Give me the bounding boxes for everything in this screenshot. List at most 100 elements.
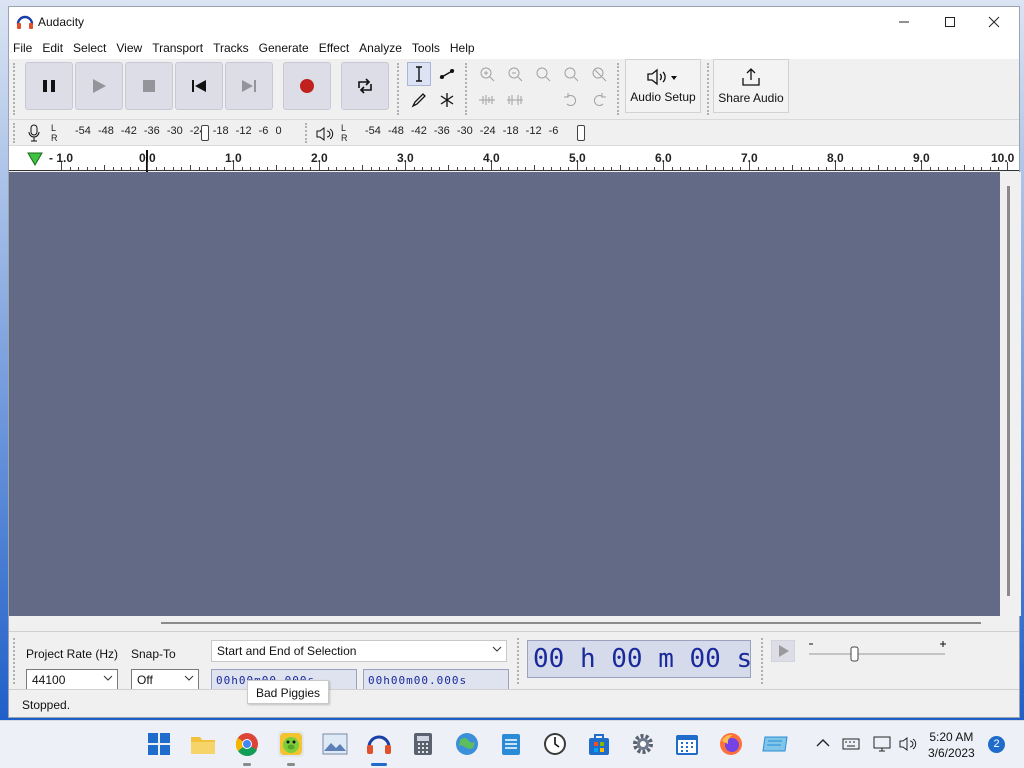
playback-meter[interactable]: LR -54 -48 -42 -36 -30 -24 -18 -12 -6 bbox=[341, 123, 591, 143]
skip-to-start-button[interactable] bbox=[175, 62, 223, 110]
record-volume-slider[interactable] bbox=[201, 125, 209, 141]
selection-end-time[interactable]: 00h00m00.000s bbox=[363, 669, 509, 691]
keyboard-icon[interactable] bbox=[842, 738, 860, 750]
pause-button[interactable] bbox=[25, 62, 73, 110]
maps-button[interactable] bbox=[454, 731, 480, 757]
bad-piggies-button[interactable] bbox=[278, 731, 304, 757]
ruler-tick bbox=[559, 167, 561, 170]
audio-setup-button[interactable]: Audio Setup bbox=[625, 59, 701, 113]
selection-tool-button[interactable] bbox=[407, 62, 431, 86]
menu-analyze[interactable]: Analyze bbox=[354, 41, 407, 55]
play-button[interactable] bbox=[75, 62, 123, 110]
toolbar-grip[interactable] bbox=[13, 63, 19, 115]
playback-volume-slider[interactable] bbox=[577, 125, 585, 141]
ruler-tick bbox=[465, 167, 467, 170]
store-button[interactable] bbox=[586, 731, 612, 757]
playback-meter-grip[interactable] bbox=[305, 123, 311, 143]
menu-help[interactable]: Help bbox=[445, 41, 480, 55]
zoom-in-button[interactable] bbox=[475, 62, 499, 86]
timeline-ruler[interactable]: - 1.0 0.0 1.0 2.0 3.0 4.0 5.0 6.0 7.0 8.… bbox=[9, 145, 1019, 172]
stop-button[interactable] bbox=[125, 62, 173, 110]
menu-file[interactable]: File bbox=[9, 41, 37, 55]
skip-to-end-button[interactable] bbox=[225, 62, 273, 110]
play-head-icon[interactable] bbox=[27, 152, 43, 166]
menu-tracks[interactable]: Tracks bbox=[208, 41, 254, 55]
ruler-tick bbox=[147, 162, 148, 170]
close-button[interactable] bbox=[971, 7, 1017, 37]
calculator-button[interactable] bbox=[410, 731, 436, 757]
clock-button[interactable] bbox=[542, 731, 568, 757]
chevron-up-icon[interactable] bbox=[816, 738, 830, 748]
settings-button[interactable] bbox=[630, 731, 656, 757]
zoom-out-button[interactable] bbox=[503, 62, 527, 86]
minimize-button[interactable] bbox=[881, 7, 927, 37]
windows-start-button[interactable] bbox=[146, 731, 172, 757]
selection-grip[interactable] bbox=[13, 638, 19, 684]
loop-button[interactable] bbox=[341, 62, 389, 110]
undo-button[interactable] bbox=[559, 88, 583, 112]
store-icon bbox=[589, 734, 609, 755]
remote-desktop-button[interactable] bbox=[762, 731, 788, 757]
menu-view[interactable]: View bbox=[111, 41, 147, 55]
project-rate-select[interactable]: 44100 bbox=[26, 669, 118, 691]
maximize-button[interactable] bbox=[927, 7, 973, 37]
snap-to-select[interactable]: Off bbox=[131, 669, 199, 691]
audio-setup-grip[interactable] bbox=[617, 63, 623, 115]
network-icon[interactable] bbox=[873, 736, 891, 752]
chrome-button[interactable] bbox=[234, 731, 260, 757]
audio-position-display[interactable]: 00 h 00 m 00 s bbox=[527, 640, 752, 678]
menu-edit[interactable]: Edit bbox=[37, 41, 68, 55]
menu-select[interactable]: Select bbox=[68, 41, 111, 55]
track-panel[interactable] bbox=[9, 172, 1000, 616]
vertical-scroll-thumb[interactable] bbox=[1007, 186, 1010, 596]
ruler-tick bbox=[422, 167, 424, 170]
playback-speed-slider[interactable] bbox=[807, 640, 947, 662]
play-at-speed-button[interactable] bbox=[771, 640, 795, 662]
envelope-tool-button[interactable] bbox=[435, 62, 459, 86]
horizontal-scrollbar[interactable] bbox=[9, 616, 1000, 630]
time-grip[interactable] bbox=[517, 638, 523, 684]
playback-speaker-icon[interactable] bbox=[315, 126, 335, 142]
menu-tools[interactable]: Tools bbox=[407, 41, 445, 55]
meter-grip[interactable] bbox=[13, 123, 19, 143]
redo-button[interactable] bbox=[587, 88, 611, 112]
calendar-icon bbox=[676, 735, 698, 755]
ruler-tick bbox=[336, 167, 338, 170]
record-meter[interactable]: LR -54 -48 -42 -36 -30 -24 -18 -12 -6 0 bbox=[51, 123, 301, 143]
skip-to-start-icon bbox=[192, 80, 206, 92]
menu-effect[interactable]: Effect bbox=[314, 41, 354, 55]
photos-button[interactable] bbox=[322, 731, 348, 757]
record-button[interactable] bbox=[283, 62, 331, 110]
menu-bar: File Edit Select View Transport Tracks G… bbox=[9, 37, 1019, 59]
share-audio-button[interactable]: Share Audio bbox=[713, 59, 789, 113]
ruler-tick bbox=[121, 167, 123, 170]
share-upload-icon bbox=[742, 68, 760, 86]
menu-transport[interactable]: Transport bbox=[147, 41, 208, 55]
trim-button[interactable] bbox=[475, 88, 499, 112]
fit-selection-button[interactable] bbox=[531, 62, 555, 86]
ruler-tick bbox=[344, 167, 346, 170]
horizontal-scroll-thumb[interactable] bbox=[161, 622, 981, 624]
draw-tool-button[interactable] bbox=[407, 88, 431, 112]
system-clock[interactable]: 5:20 AM 3/6/2023 bbox=[928, 729, 975, 761]
firefox-button[interactable] bbox=[718, 731, 744, 757]
volume-icon[interactable] bbox=[899, 736, 917, 752]
ruler-tick bbox=[267, 167, 269, 170]
edit-grip[interactable] bbox=[465, 63, 471, 115]
ruler-tick bbox=[482, 167, 484, 170]
menu-generate[interactable]: Generate bbox=[254, 41, 314, 55]
multi-tool-button[interactable] bbox=[435, 88, 459, 112]
silence-button[interactable] bbox=[503, 88, 527, 112]
tools-grip[interactable] bbox=[397, 63, 403, 115]
vertical-scrollbar[interactable] bbox=[1001, 172, 1021, 616]
audacity-button[interactable] bbox=[366, 731, 392, 757]
microphone-icon[interactable] bbox=[27, 124, 41, 142]
zoom-toggle-button[interactable] bbox=[587, 62, 611, 86]
calendar-button[interactable] bbox=[674, 731, 700, 757]
chevron-down-icon bbox=[492, 646, 502, 652]
file-explorer-button[interactable] bbox=[190, 731, 216, 757]
notepad-button[interactable] bbox=[498, 731, 524, 757]
selection-mode-select[interactable]: Start and End of Selection bbox=[211, 640, 507, 662]
notification-badge[interactable]: 2 bbox=[988, 736, 1005, 753]
fit-project-button[interactable] bbox=[559, 62, 583, 86]
